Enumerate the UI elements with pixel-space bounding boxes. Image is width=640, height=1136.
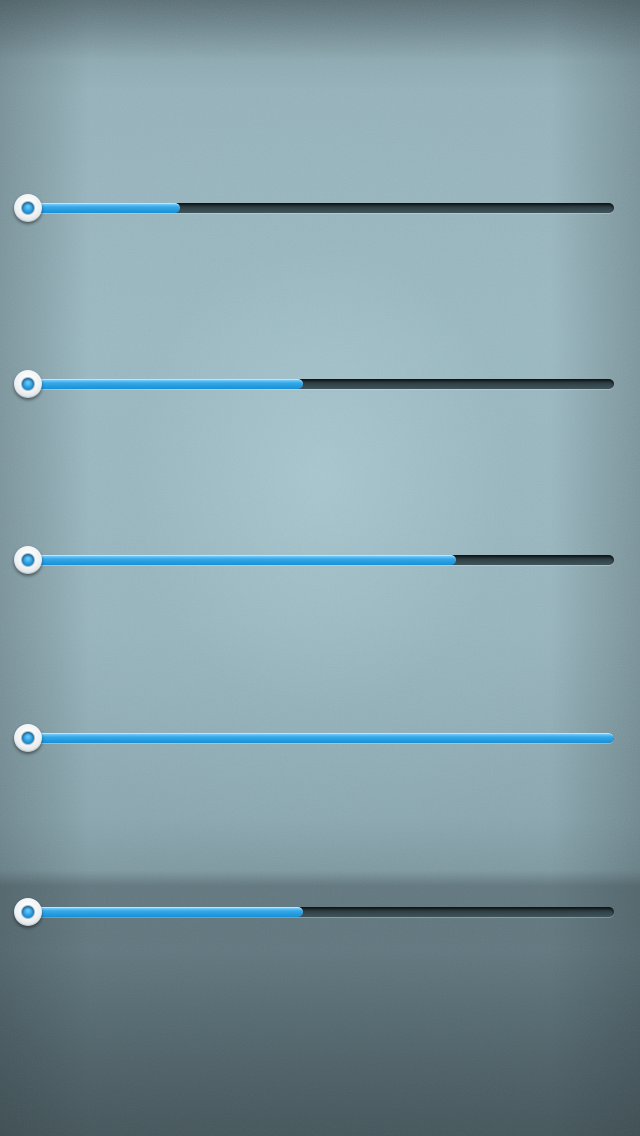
slider-4[interactable] [14, 723, 614, 753]
knob-center-dot [22, 378, 34, 390]
knob-center-dot [22, 906, 34, 918]
slider-knob[interactable] [14, 898, 42, 926]
slider-fill [28, 907, 304, 917]
slider-fill [28, 203, 181, 213]
slider-knob[interactable] [14, 546, 42, 574]
knob-center-dot [22, 554, 34, 566]
slider-knob[interactable] [14, 724, 42, 752]
knob-center-dot [22, 732, 34, 744]
slider-track[interactable] [28, 733, 614, 743]
slider-fill [28, 379, 304, 389]
slider-fill [28, 733, 614, 743]
slider-knob[interactable] [14, 370, 42, 398]
slider-3[interactable] [14, 545, 614, 575]
slider-5[interactable] [14, 897, 614, 927]
slider-track[interactable] [28, 379, 614, 389]
slider-screen [0, 0, 640, 1136]
slider-1[interactable] [14, 193, 614, 223]
knob-center-dot [22, 202, 34, 214]
slider-track[interactable] [28, 203, 614, 213]
slider-knob[interactable] [14, 194, 42, 222]
slider-2[interactable] [14, 369, 614, 399]
slider-track[interactable] [28, 555, 614, 565]
slider-track[interactable] [28, 907, 614, 917]
slider-fill [28, 555, 456, 565]
